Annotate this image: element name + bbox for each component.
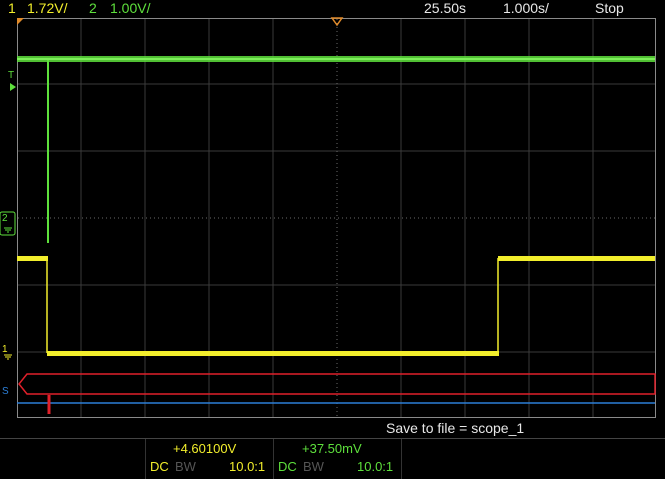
ch2-ground-icon <box>4 227 12 233</box>
ch1-coupling[interactable]: DC <box>150 459 169 474</box>
bottom-panel: Save to file = scope_1 +4.60100V +37.50m… <box>0 419 665 479</box>
serial-label[interactable]: S <box>2 386 9 398</box>
serial-bus-lane <box>17 373 656 414</box>
ch2-coupling[interactable]: DC <box>278 459 297 474</box>
ch1-measurement: +4.60100V <box>173 441 237 456</box>
ch1-probe-ratio[interactable]: 10.0:1 <box>229 459 265 474</box>
measure-divider-mid <box>273 439 274 479</box>
ch2-measurement: +37.50mV <box>302 441 362 456</box>
ch2-ground-label[interactable]: 2 <box>2 213 8 225</box>
ch1-ground-label[interactable]: 1 <box>2 344 8 356</box>
ch2-probe-ratio[interactable]: 10.0:1 <box>357 459 393 474</box>
left-edge-marker <box>17 18 24 25</box>
bottom-divider <box>0 438 665 439</box>
save-status-message: Save to file = scope_1 <box>386 420 525 436</box>
trigger-level-arrow[interactable] <box>10 83 16 91</box>
ch1-trace <box>17 256 655 356</box>
measure-divider-left <box>145 439 146 479</box>
trigger-label: T <box>8 70 15 81</box>
ch1-bandwidth-limit[interactable]: BW <box>175 459 196 474</box>
ch2-bandwidth-limit[interactable]: BW <box>303 459 324 474</box>
waveform-plot <box>0 17 656 417</box>
graticule-grid <box>18 19 655 417</box>
measure-divider-right <box>401 439 402 479</box>
